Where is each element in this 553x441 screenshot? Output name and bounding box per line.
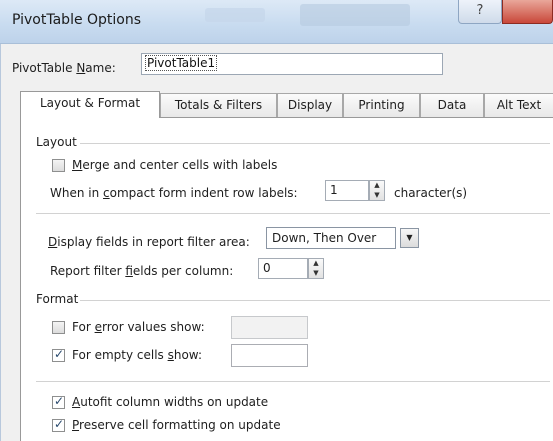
empty-cells-checkbox[interactable]: ✓ [52, 347, 65, 362]
checkmark-icon: ✓ [54, 394, 65, 408]
pivottable-name-value: PivotTable1 [144, 55, 218, 71]
indent-label: When in compact form indent row labels: [50, 186, 298, 200]
filter-fields-spinner[interactable]: ▲ ▼ [308, 258, 324, 279]
close-button[interactable] [502, 0, 553, 24]
tab-printing[interactable]: Printing [343, 93, 420, 117]
indent-unit-label: character(s) [394, 186, 468, 200]
format-divider [36, 381, 550, 382]
empty-cells-input[interactable] [231, 344, 308, 367]
format-separator [80, 300, 550, 301]
autofit-label: Autofit column widths on update [72, 395, 269, 409]
help-button[interactable]: ? [458, 0, 502, 24]
background-blur [205, 8, 265, 22]
error-values-checkbox[interactable] [52, 321, 65, 334]
tab-alt-text[interactable]: Alt Text [484, 93, 553, 117]
indent-input[interactable]: 1 [325, 180, 369, 201]
layout-separator [80, 143, 550, 144]
tab-strip: Layout & Format Totals & Filters Display… [20, 91, 553, 118]
checkmark-icon: ✓ [54, 417, 65, 431]
spin-down-icon[interactable]: ▼ [309, 269, 323, 279]
format-section-title: Format [36, 292, 79, 306]
pivottable-name-input[interactable]: PivotTable1 [141, 53, 443, 75]
spin-up-icon[interactable]: ▲ [309, 259, 323, 269]
display-fields-label: Display fields in report filter area: [48, 235, 250, 249]
preserve-formatting-label: Preserve cell formatting on update [72, 418, 281, 432]
filter-fields-per-column-input[interactable]: 0 [258, 258, 308, 279]
spin-down-icon[interactable]: ▼ [370, 191, 384, 201]
tab-display[interactable]: Display [277, 93, 343, 117]
filter-fields-per-column-label: Report filter fields per column: [50, 264, 234, 278]
preserve-formatting-checkbox[interactable]: ✓ [52, 417, 65, 432]
tab-layout-format[interactable]: Layout & Format [20, 91, 160, 118]
display-fields-select[interactable]: Down, Then Over [266, 227, 396, 249]
layout-divider [36, 213, 550, 214]
pivottable-name-label: PivotTable Name: [12, 61, 116, 75]
checkmark-icon: ✓ [54, 347, 65, 361]
indent-spinner[interactable]: ▲ ▼ [369, 180, 385, 201]
error-values-input[interactable] [231, 316, 308, 339]
title-bar[interactable]: PivotTable Options ? [0, 0, 553, 44]
error-values-label: For error values show: [72, 320, 205, 334]
dropdown-arrow-icon[interactable]: ▼ [400, 228, 419, 248]
background-blur [300, 4, 410, 26]
help-icon: ? [476, 3, 484, 18]
autofit-checkbox[interactable]: ✓ [52, 394, 65, 409]
spin-up-icon[interactable]: ▲ [370, 181, 384, 191]
empty-cells-label: For empty cells show: [72, 348, 203, 362]
merge-cells-label: Merge and center cells with labels [72, 158, 278, 172]
tab-totals-filters[interactable]: Totals & Filters [160, 93, 277, 117]
merge-cells-checkbox[interactable] [52, 159, 65, 172]
layout-section-title: Layout [36, 135, 77, 149]
tab-data[interactable]: Data [420, 93, 484, 117]
window-title: PivotTable Options [12, 12, 142, 28]
